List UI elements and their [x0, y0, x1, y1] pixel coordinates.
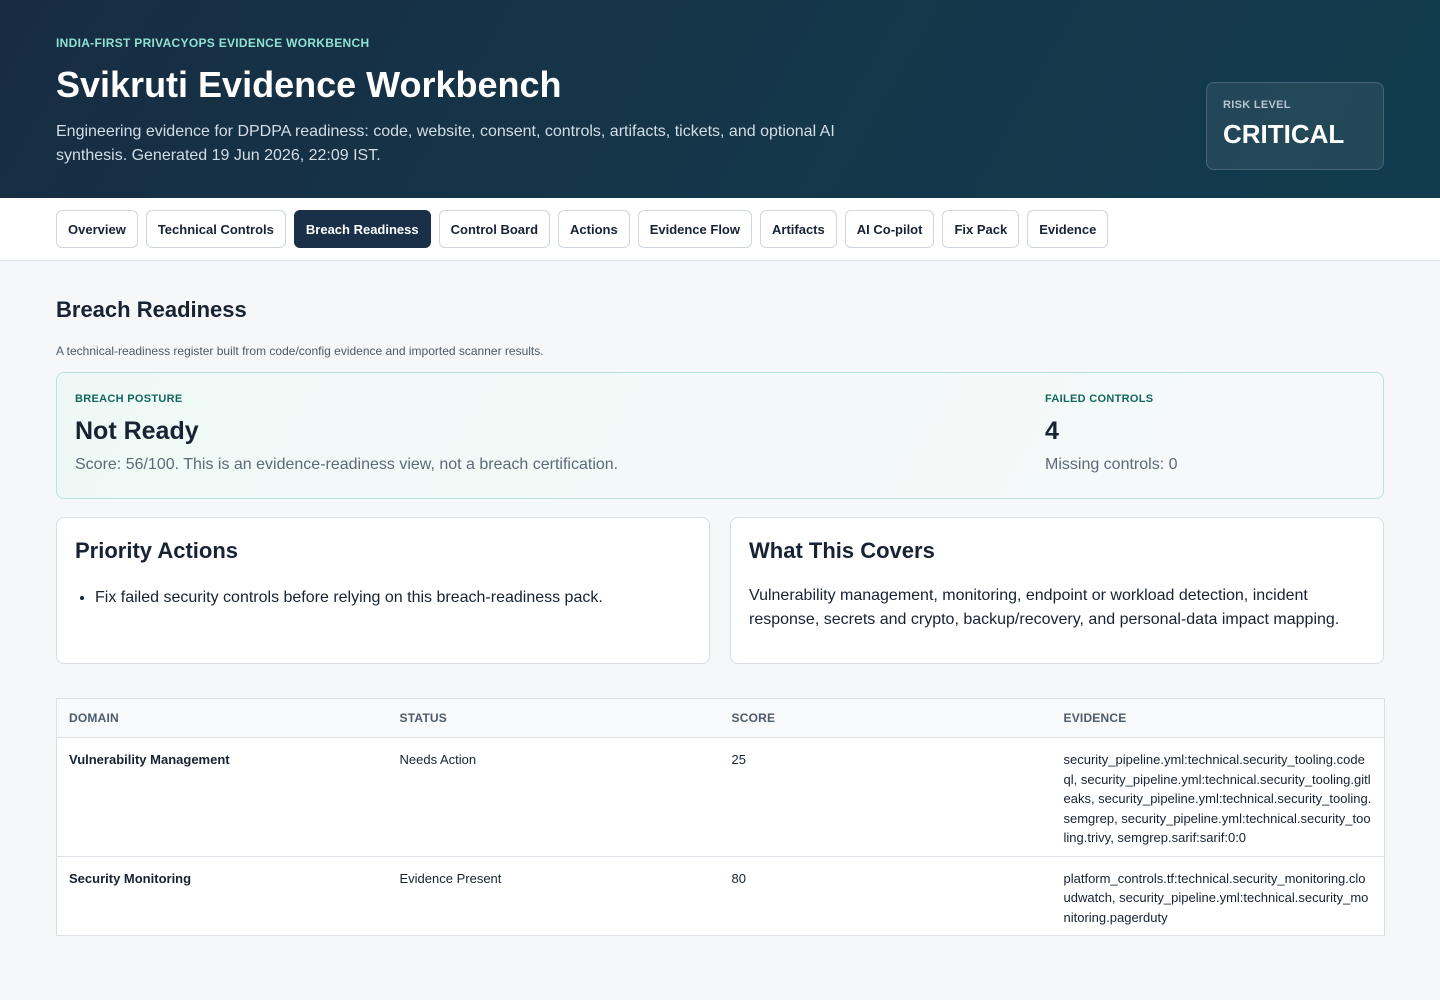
coverage-card: What This Covers Vulnerability managemen…	[730, 517, 1384, 664]
failed-controls-value: 4	[1045, 417, 1059, 445]
tab-bar: Overview Technical Controls Breach Readi…	[0, 198, 1440, 261]
eyebrow: INDIA-FIRST PRIVACYOPS EVIDENCE WORKBENC…	[56, 36, 370, 50]
cell-status: Needs Action	[387, 737, 720, 857]
cell-status: Evidence Present	[387, 856, 720, 936]
table-row: Security Monitoring Evidence Present 80 …	[56, 856, 1385, 936]
app-description: Engineering evidence for DPDPA readiness…	[56, 123, 835, 164]
priority-actions-list: Fix failed security controls before rely…	[75, 586, 691, 610]
cell-domain: Vulnerability Management	[56, 737, 388, 857]
priority-actions-title: Priority Actions	[75, 538, 238, 563]
missing-controls-note: Missing controls: 0	[1045, 456, 1178, 473]
tab-control-board[interactable]: Control Board	[438, 210, 551, 248]
tab-evidence[interactable]: Evidence	[1027, 210, 1109, 248]
column-header-evidence: EVIDENCE	[1051, 698, 1385, 738]
tab-breach-readiness[interactable]: Breach Readiness	[293, 210, 431, 248]
section-subtitle: A technical-readiness register built fro…	[56, 344, 544, 358]
column-header-score: SCORE	[719, 698, 1052, 738]
failed-controls-label: FAILED CONTROLS	[1045, 393, 1154, 405]
tab-fix-pack[interactable]: Fix Pack	[942, 210, 1020, 248]
risk-level-card: RISK LEVEL CRITICAL	[1206, 82, 1384, 170]
column-header-domain: DOMAIN	[56, 698, 388, 738]
tab-ai-copilot[interactable]: AI Co-pilot	[844, 210, 935, 248]
cell-evidence: security_pipeline.yml:technical.security…	[1051, 737, 1385, 857]
cell-score: 80	[719, 856, 1052, 936]
tab-artifacts[interactable]: Artifacts	[760, 210, 837, 248]
tab-overview[interactable]: Overview	[56, 210, 138, 248]
main-content: Breach Readiness A technical-readiness r…	[0, 261, 1440, 936]
breach-posture-panel: BREACH POSTURE Not Ready Score: 56/100. …	[56, 372, 1384, 499]
risk-level-label: RISK LEVEL	[1223, 99, 1291, 111]
risk-level-value: CRITICAL	[1223, 119, 1345, 149]
cell-domain: Security Monitoring	[56, 856, 388, 936]
table-header-row: DOMAIN STATUS SCORE EVIDENCE	[56, 698, 1385, 738]
coverage-title: What This Covers	[749, 538, 935, 563]
failed-controls-block: FAILED CONTROLS 4 Missing controls: 0	[1045, 393, 1178, 474]
cell-evidence: platform_controls.tf:technical.security_…	[1051, 856, 1385, 936]
info-cards: Priority Actions Fix failed security con…	[56, 517, 1384, 664]
page-header: INDIA-FIRST PRIVACYOPS EVIDENCE WORKBENC…	[0, 0, 1440, 198]
coverage-text: Vulnerability management, monitoring, en…	[749, 587, 1340, 628]
column-header-status: STATUS	[387, 698, 720, 738]
tab-actions[interactable]: Actions	[558, 210, 630, 248]
table-row: Vulnerability Management Needs Action 25…	[56, 737, 1385, 857]
app-title: Svikruti Evidence Workbench	[56, 64, 562, 105]
tab-evidence-flow[interactable]: Evidence Flow	[637, 210, 752, 248]
priority-actions-card: Priority Actions Fix failed security con…	[56, 517, 710, 664]
section-title: Breach Readiness	[56, 297, 247, 322]
tab-technical-controls[interactable]: Technical Controls	[145, 210, 286, 248]
cell-score: 25	[719, 737, 1052, 857]
list-item: Fix failed security controls before rely…	[95, 586, 691, 610]
readiness-table: DOMAIN STATUS SCORE EVIDENCE Vulnerabili…	[56, 698, 1385, 936]
